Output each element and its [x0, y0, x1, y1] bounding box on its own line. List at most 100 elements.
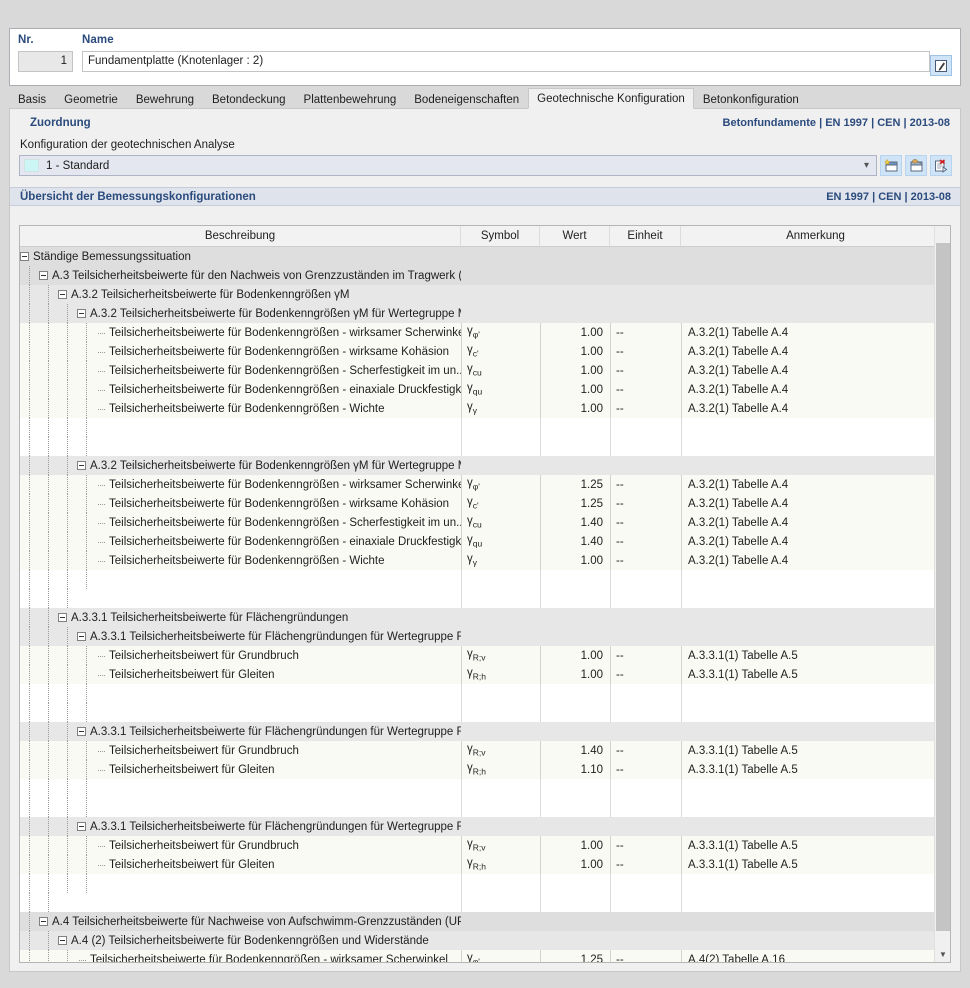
group-row[interactable]: Ständige Bemessungssituation — [20, 247, 950, 266]
table-row[interactable]: Teilsicherheitsbeiwerte für Bodenkenngrö… — [20, 513, 950, 532]
table-row[interactable]: Teilsicherheitsbeiwerte für Bodenkenngrö… — [20, 399, 950, 418]
group-row[interactable]: A.3.3.1 Teilsicherheitsbeiwerte für Fläc… — [20, 722, 950, 741]
table-row[interactable]: Teilsicherheitsbeiwerte für Bodenkenngrö… — [20, 361, 950, 380]
row-description: Teilsicherheitsbeiwert für Gleiten — [109, 763, 275, 776]
tree-collapse-icon[interactable] — [20, 252, 29, 261]
table-row[interactable]: Teilsicherheitsbeiwert für Gleiten γR;h 1.… — [20, 665, 950, 684]
tree-indent-guide — [20, 779, 39, 798]
cell-wert[interactable]: 1.00 — [540, 836, 610, 855]
table-row[interactable]: Teilsicherheitsbeiwert für Grundbruch γR;… — [20, 741, 950, 760]
group-row[interactable]: A.3.3.1 Teilsicherheitsbeiwerte für Fläc… — [20, 627, 950, 646]
tree-indent-guide — [39, 456, 58, 475]
tree-indent-guide — [58, 380, 77, 399]
group-row[interactable]: A.3.3.1 Teilsicherheitsbeiwerte für Fläc… — [20, 608, 950, 627]
group-row[interactable]: A.3.2 Teilsicherheitsbeiwerte für Bodenk… — [20, 304, 950, 323]
cell-beschreibung: A.3.3.1 Teilsicherheitsbeiwerte für Fläc… — [20, 608, 461, 627]
group-row[interactable]: A.4 (2) Teilsicherheitsbeiwerte für Bode… — [20, 931, 950, 950]
tab-bodeneigenschaften[interactable]: Bodeneigenschaften — [405, 89, 529, 109]
cell-wert[interactable]: 1.00 — [540, 855, 610, 874]
group-row[interactable]: A.3.3.1 Teilsicherheitsbeiwerte für Fläc… — [20, 817, 950, 836]
group-row[interactable]: A.3.2 Teilsicherheitsbeiwerte für Bodenk… — [20, 285, 950, 304]
cell-wert[interactable]: 1.00 — [540, 665, 610, 684]
column-header-symbol[interactable]: Symbol — [461, 226, 540, 246]
delete-configuration-icon[interactable] — [930, 155, 952, 176]
tab-betondeckung[interactable]: Betondeckung — [203, 89, 295, 109]
column-header-beschreibung[interactable]: Beschreibung — [20, 226, 461, 246]
column-header-einheit[interactable]: Einheit — [610, 226, 681, 246]
edit-configuration-icon[interactable] — [905, 155, 927, 176]
tree-collapse-icon[interactable] — [39, 271, 48, 280]
table-row[interactable]: Teilsicherheitsbeiwert für Grundbruch γR;… — [20, 646, 950, 665]
chevron-down-icon[interactable]: ▼ — [935, 946, 950, 962]
spacer-row — [20, 893, 950, 912]
table-row[interactable]: Teilsicherheitsbeiwerte für Bodenkenngrö… — [20, 494, 950, 513]
tree-collapse-icon[interactable] — [58, 290, 67, 299]
tab-betonkonfiguration[interactable]: Betonkonfiguration — [693, 89, 808, 109]
group-row[interactable]: A.4 Teilsicherheitsbeiwerte für Nachweis… — [20, 912, 950, 931]
cell-wert[interactable]: 1.10 — [540, 760, 610, 779]
tree-collapse-icon[interactable] — [58, 936, 67, 945]
cell-einheit: -- — [610, 513, 681, 532]
edit-pencil-icon[interactable] — [930, 55, 952, 76]
cell-wert[interactable]: 1.00 — [540, 646, 610, 665]
table-row[interactable]: Teilsicherheitsbeiwerte für Bodenkenngrö… — [20, 475, 950, 494]
tab-basis[interactable]: Basis — [9, 89, 56, 109]
tree-indent-guide — [39, 722, 58, 741]
cell-wert[interactable]: 1.25 — [540, 475, 610, 494]
cell-anmerkung: A.3.2(1) Tabelle A.4 — [681, 513, 950, 532]
tree-collapse-icon[interactable] — [77, 461, 86, 470]
tree-indent-guide — [77, 570, 96, 589]
cell-wert[interactable]: 1.40 — [540, 513, 610, 532]
configuration-combo[interactable]: 1 - Standard ▾ — [19, 155, 877, 176]
tab-plattenbewehrung[interactable]: Plattenbewehrung — [294, 89, 406, 109]
vertical-scrollbar[interactable]: ▼ — [934, 226, 950, 962]
tree-indent-guide — [20, 931, 39, 950]
tab-geometrie[interactable]: Geometrie — [55, 89, 127, 109]
tab-bewehrung[interactable]: Bewehrung — [126, 89, 203, 109]
table-row[interactable]: Teilsicherheitsbeiwerte für Bodenkenngrö… — [20, 532, 950, 551]
group-row[interactable]: A.3.2 Teilsicherheitsbeiwerte für Bodenk… — [20, 456, 950, 475]
cell-wert[interactable]: 1.25 — [540, 494, 610, 513]
cell-wert[interactable]: 1.25 — [540, 950, 610, 962]
cell-wert[interactable]: 1.40 — [540, 532, 610, 551]
tree-collapse-icon[interactable] — [77, 822, 86, 831]
name-field[interactable]: Fundamentplatte (Knotenlager : 2) — [82, 51, 930, 72]
cell-beschreibung: Teilsicherheitsbeiwerte für Bodenkenngrö… — [20, 513, 461, 532]
cell-einheit — [610, 703, 681, 722]
chevron-down-icon[interactable]: ▾ — [864, 160, 869, 171]
table-row[interactable]: Teilsicherheitsbeiwerte für Bodenkenngrö… — [20, 950, 950, 962]
table-row[interactable]: Teilsicherheitsbeiwert für Gleiten γR;h 1.… — [20, 760, 950, 779]
cell-wert[interactable]: 1.00 — [540, 323, 610, 342]
column-header-wert[interactable]: Wert — [540, 226, 610, 246]
tab-geotechnische-konfiguration[interactable]: Geotechnische Konfiguration — [528, 88, 694, 109]
group-row[interactable]: A.3 Teilsicherheitsbeiwerte für den Nach… — [20, 266, 950, 285]
note-text: A.3.2(1) Tabelle A.4 — [688, 326, 789, 339]
cell-einheit: -- — [610, 494, 681, 513]
scrollbar-thumb[interactable] — [936, 243, 950, 931]
cell-wert[interactable]: 1.00 — [540, 342, 610, 361]
table-row[interactable]: Teilsicherheitsbeiwert für Gleiten γR;h 1.… — [20, 855, 950, 874]
tree-collapse-icon[interactable] — [58, 613, 67, 622]
table-row[interactable]: Teilsicherheitsbeiwerte für Bodenkenngrö… — [20, 551, 950, 570]
note-text: A.3.3.1(1) Tabelle A.5 — [688, 649, 798, 662]
tree-collapse-icon[interactable] — [77, 632, 86, 641]
tree-indent-guide — [20, 323, 39, 342]
nr-field[interactable]: 1 — [18, 51, 73, 72]
table-row[interactable]: Teilsicherheitsbeiwerte für Bodenkenngrö… — [20, 380, 950, 399]
tree-collapse-icon[interactable] — [39, 917, 48, 926]
table-row[interactable]: Teilsicherheitsbeiwerte für Bodenkenngrö… — [20, 342, 950, 361]
tree-collapse-icon[interactable] — [77, 727, 86, 736]
table-row[interactable]: Teilsicherheitsbeiwerte für Bodenkenngrö… — [20, 323, 950, 342]
cell-wert[interactable]: 1.00 — [540, 361, 610, 380]
cell-wert[interactable]: 1.40 — [540, 741, 610, 760]
cell-symbol — [461, 703, 540, 722]
new-configuration-icon[interactable] — [880, 155, 902, 176]
cell-symbol — [461, 912, 540, 931]
cell-anmerkung: A.3.3.1(1) Tabelle A.5 — [681, 760, 950, 779]
cell-wert[interactable]: 1.00 — [540, 399, 610, 418]
column-header-anmerkung[interactable]: Anmerkung — [681, 226, 950, 246]
cell-wert[interactable]: 1.00 — [540, 380, 610, 399]
tree-collapse-icon[interactable] — [77, 309, 86, 318]
cell-wert[interactable]: 1.00 — [540, 551, 610, 570]
table-row[interactable]: Teilsicherheitsbeiwert für Grundbruch γR;… — [20, 836, 950, 855]
